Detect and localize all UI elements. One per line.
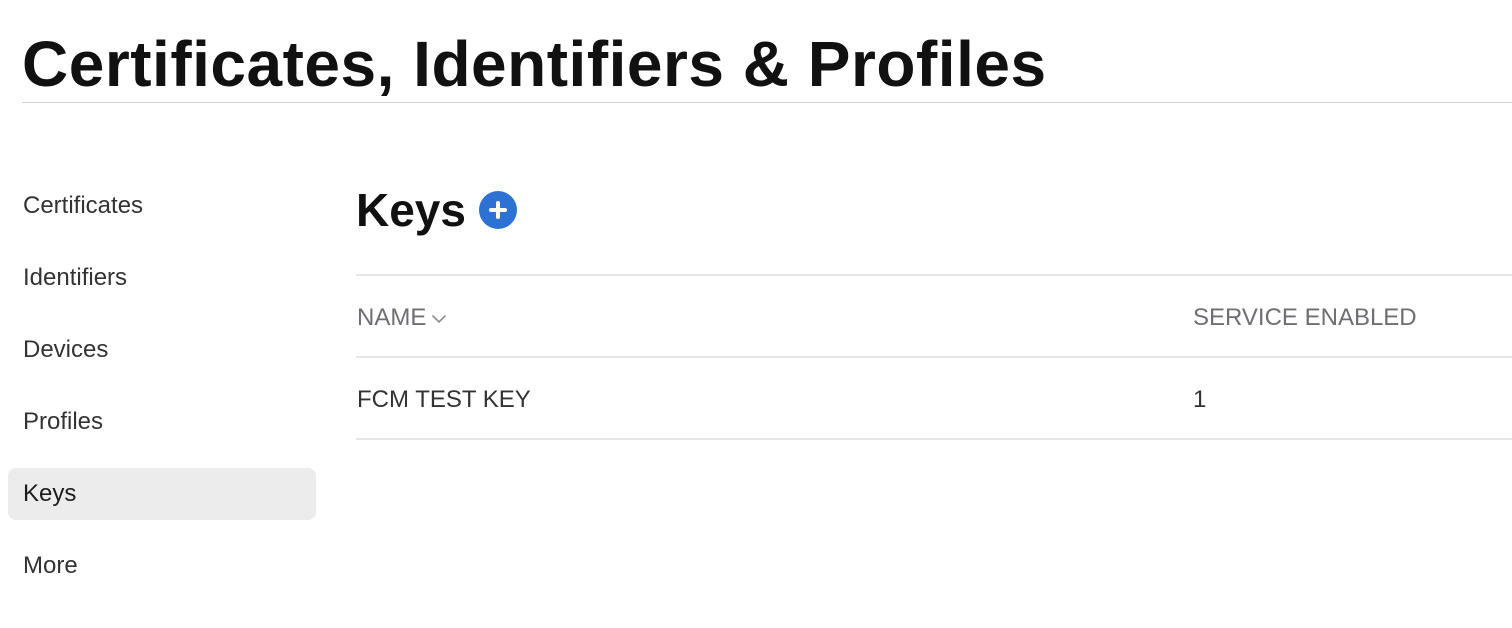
- column-header-name[interactable]: NAME: [357, 274, 447, 361]
- sidebar-item-label: Identifiers: [23, 264, 128, 291]
- sidebar-item-label: Devices: [23, 336, 109, 363]
- sidebar-item-more[interactable]: More: [8, 540, 316, 592]
- sidebar-item-devices[interactable]: Devices: [8, 324, 316, 376]
- column-header-label: NAME: [357, 304, 427, 331]
- table-header-row: NAME SERVICE ENABLED: [356, 276, 1512, 356]
- section-header: Keys: [356, 180, 517, 240]
- sidebar-item-label: Keys: [23, 480, 77, 507]
- sidebar-nav: Certificates Identifiers Devices Profile…: [8, 180, 316, 612]
- sidebar-item-keys[interactable]: Keys: [8, 468, 316, 520]
- sidebar-item-label: More: [23, 552, 78, 579]
- chevron-down-icon: [432, 274, 447, 358]
- column-header-service-enabled: SERVICE ENABLED: [1193, 276, 1417, 360]
- key-name-cell[interactable]: FCM TEST KEY: [357, 358, 531, 442]
- section-title: Keys: [356, 184, 466, 236]
- sidebar-item-label: Certificates: [23, 192, 144, 219]
- title-divider: [22, 102, 1512, 103]
- sidebar-item-certificates[interactable]: Certificates: [8, 180, 316, 232]
- column-header-label: SERVICE ENABLED: [1193, 304, 1417, 331]
- service-enabled-cell: 1: [1193, 386, 1207, 413]
- page-title: Certificates, Identifiers & Profiles: [22, 28, 1047, 100]
- sidebar-item-profiles[interactable]: Profiles: [8, 396, 316, 448]
- sidebar-item-identifiers[interactable]: Identifiers: [8, 252, 316, 304]
- keys-table: NAME SERVICE ENABLED FCM TEST KEY 1: [356, 274, 1512, 440]
- add-key-button[interactable]: [478, 191, 517, 229]
- table-row[interactable]: FCM TEST KEY 1: [356, 358, 1512, 438]
- sidebar-item-label: Profiles: [23, 408, 104, 435]
